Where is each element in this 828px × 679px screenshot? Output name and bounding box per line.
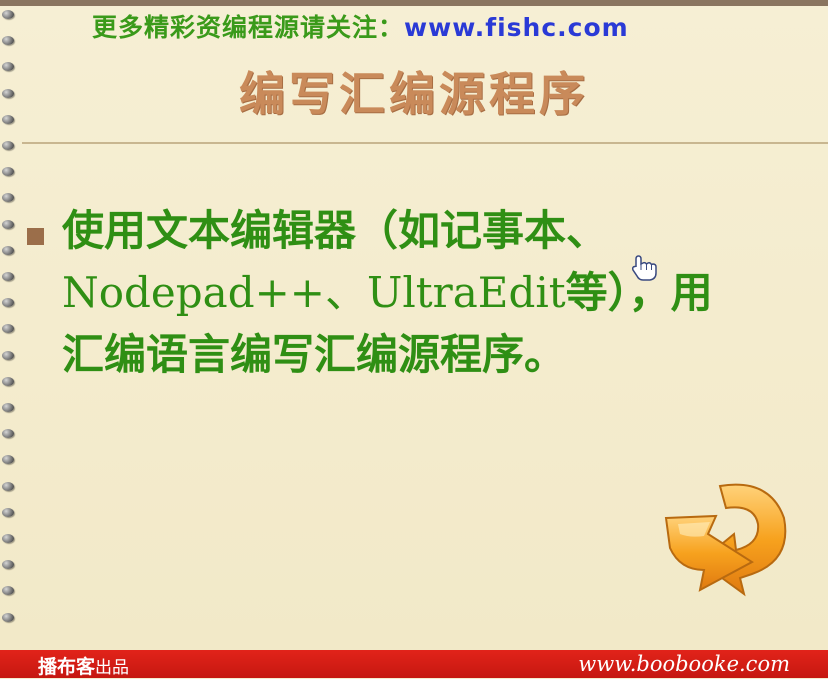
footer-url-link[interactable]: www.boobooke.com — [578, 652, 790, 676]
next-arrow-button[interactable] — [660, 478, 792, 598]
promo-text: 更多精彩资编程源请关注： — [92, 13, 405, 42]
spiral-ring — [2, 298, 14, 308]
spiral-ring — [2, 429, 14, 439]
bullet-marker — [27, 228, 44, 245]
slide-title: 编写汇编源程序 — [239, 67, 589, 121]
bullet-line-2: Nodepad++、UltraEdit等），用 — [62, 262, 802, 324]
title-divider — [22, 142, 828, 144]
promo-url-link[interactable]: www.fishc.com — [404, 13, 629, 42]
spiral-ring — [2, 455, 14, 465]
footer-brand-suffix: 出品 — [95, 658, 130, 678]
bullet-line-3: 汇编语言编写汇编源程序。 — [62, 330, 567, 379]
spiral-ring — [2, 219, 14, 229]
spiral-ring — [2, 560, 14, 570]
footer-brand-name: 播布客 — [38, 656, 96, 678]
spiral-ring — [2, 612, 14, 622]
footer-bar: 播布客出品 www.boobooke.com — [0, 650, 828, 678]
bullet-text: 使用文本编辑器（如记事本、 Nodepad++、UltraEdit等），用 汇编… — [62, 200, 802, 386]
spiral-ring — [2, 507, 14, 517]
spiral-ring — [2, 36, 14, 46]
spiral-ring — [2, 586, 14, 596]
spiral-ring — [2, 167, 14, 177]
spiral-ring — [2, 403, 14, 412]
slide-page: 更多精彩资编程源请关注：www.fishc.com 编写汇编源程序 使用文本编辑… — [0, 0, 828, 650]
bullet-line-2-latin: Nodepad++、UltraEdit — [62, 268, 566, 317]
footer-brand: 播布客出品 — [38, 652, 129, 679]
hand-pointer-icon — [631, 255, 657, 281]
promo-banner: 更多精彩资编程源请关注：www.fishc.com — [92, 8, 629, 44]
spiral-ring — [2, 324, 14, 334]
spiral-ring — [2, 481, 14, 491]
bullet-line-1: 使用文本编辑器（如记事本、 — [62, 206, 609, 255]
spiral-ring — [2, 272, 14, 281]
spiral-ring — [2, 350, 14, 360]
top-edge — [0, 0, 828, 6]
spiral-ring — [2, 141, 14, 150]
spiral-ring — [2, 193, 14, 203]
spiral-ring — [2, 10, 14, 19]
spiral-ring — [2, 534, 14, 543]
spiral-ring — [2, 245, 14, 255]
spiral-ring — [2, 376, 14, 386]
